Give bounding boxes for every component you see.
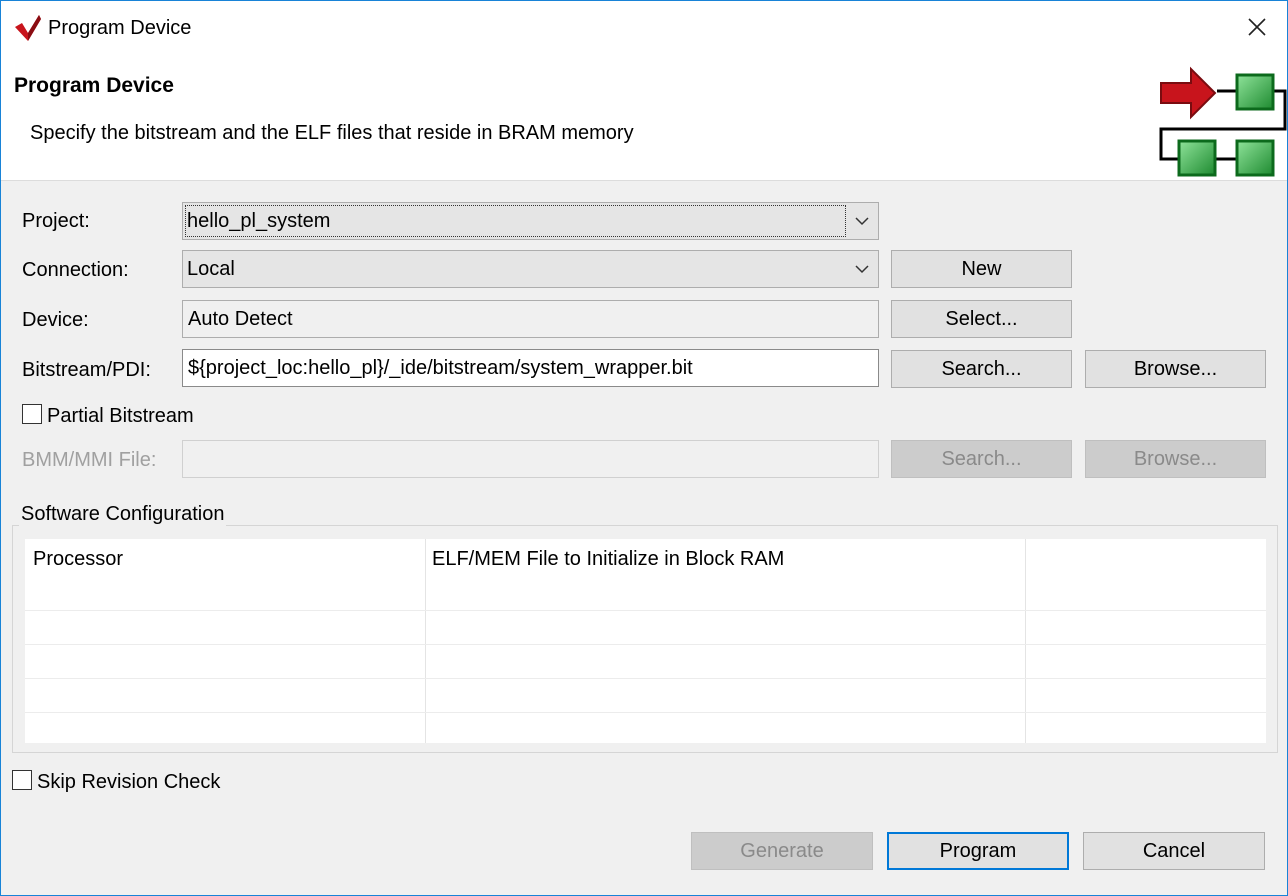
software-configuration-label: Software Configuration <box>19 503 227 526</box>
close-icon <box>1248 18 1266 36</box>
table-row-divider <box>25 610 1266 611</box>
bmm-search-button: Search... <box>891 440 1072 478</box>
software-configuration-table[interactable]: Processor ELF/MEM File to Initialize in … <box>25 539 1266 743</box>
skip-revision-check-label: Skip Revision Check <box>37 771 221 793</box>
dialog-header: Program Device Specify the bitstream and… <box>1 57 1287 181</box>
bmm-browse-button: Browse... <box>1085 440 1266 478</box>
program-flow-graphic-icon <box>1159 66 1287 177</box>
program-device-dialog: Program Device Program Device Specify th… <box>0 0 1288 896</box>
bitstream-value: ${project_loc:hello_pl}/_ide/bitstream/s… <box>188 356 693 379</box>
connection-value: Local <box>187 257 235 280</box>
project-dropdown[interactable]: hello_pl_system <box>182 202 879 240</box>
vitis-logo-icon <box>15 15 41 41</box>
column-header-processor[interactable]: Processor <box>33 548 123 571</box>
device-label: Device: <box>22 309 89 331</box>
bitstream-label: Bitstream/PDI: <box>22 359 151 381</box>
header-title: Program Device <box>14 74 174 97</box>
connection-dropdown[interactable]: Local <box>182 250 879 288</box>
title-bar[interactable]: Program Device <box>1 1 1287 57</box>
program-button[interactable]: Program <box>887 832 1069 870</box>
select-device-button[interactable]: Select... <box>891 300 1072 338</box>
bmm-input <box>182 440 879 478</box>
bitstream-input[interactable]: ${project_loc:hello_pl}/_ide/bitstream/s… <box>182 349 879 387</box>
chevron-down-icon <box>852 211 872 231</box>
column-header-elf-file[interactable]: ELF/MEM File to Initialize in Block RAM <box>432 548 784 571</box>
bmm-label: BMM/MMI File: <box>22 449 157 471</box>
window-title: Program Device <box>48 17 192 39</box>
table-row-divider <box>25 712 1266 713</box>
skip-revision-check-checkbox[interactable] <box>12 770 32 790</box>
new-connection-button[interactable]: New <box>891 250 1072 288</box>
bitstream-search-button[interactable]: Search... <box>891 350 1072 388</box>
chevron-down-icon <box>852 259 872 279</box>
partial-bitstream-label: Partial Bitstream <box>47 405 194 427</box>
device-value: Auto Detect <box>188 307 293 330</box>
table-row-divider <box>25 678 1266 679</box>
device-field: Auto Detect <box>182 300 879 338</box>
close-button[interactable] <box>1237 7 1277 47</box>
table-row-divider <box>25 644 1266 645</box>
header-description: Specify the bitstream and the ELF files … <box>30 122 634 144</box>
bitstream-browse-button[interactable]: Browse... <box>1085 350 1266 388</box>
project-label: Project: <box>22 210 90 232</box>
generate-button: Generate <box>691 832 873 870</box>
partial-bitstream-checkbox[interactable] <box>22 404 42 424</box>
focus-rectangle <box>185 205 846 237</box>
connection-label: Connection: <box>22 259 129 281</box>
cancel-button[interactable]: Cancel <box>1083 832 1265 870</box>
